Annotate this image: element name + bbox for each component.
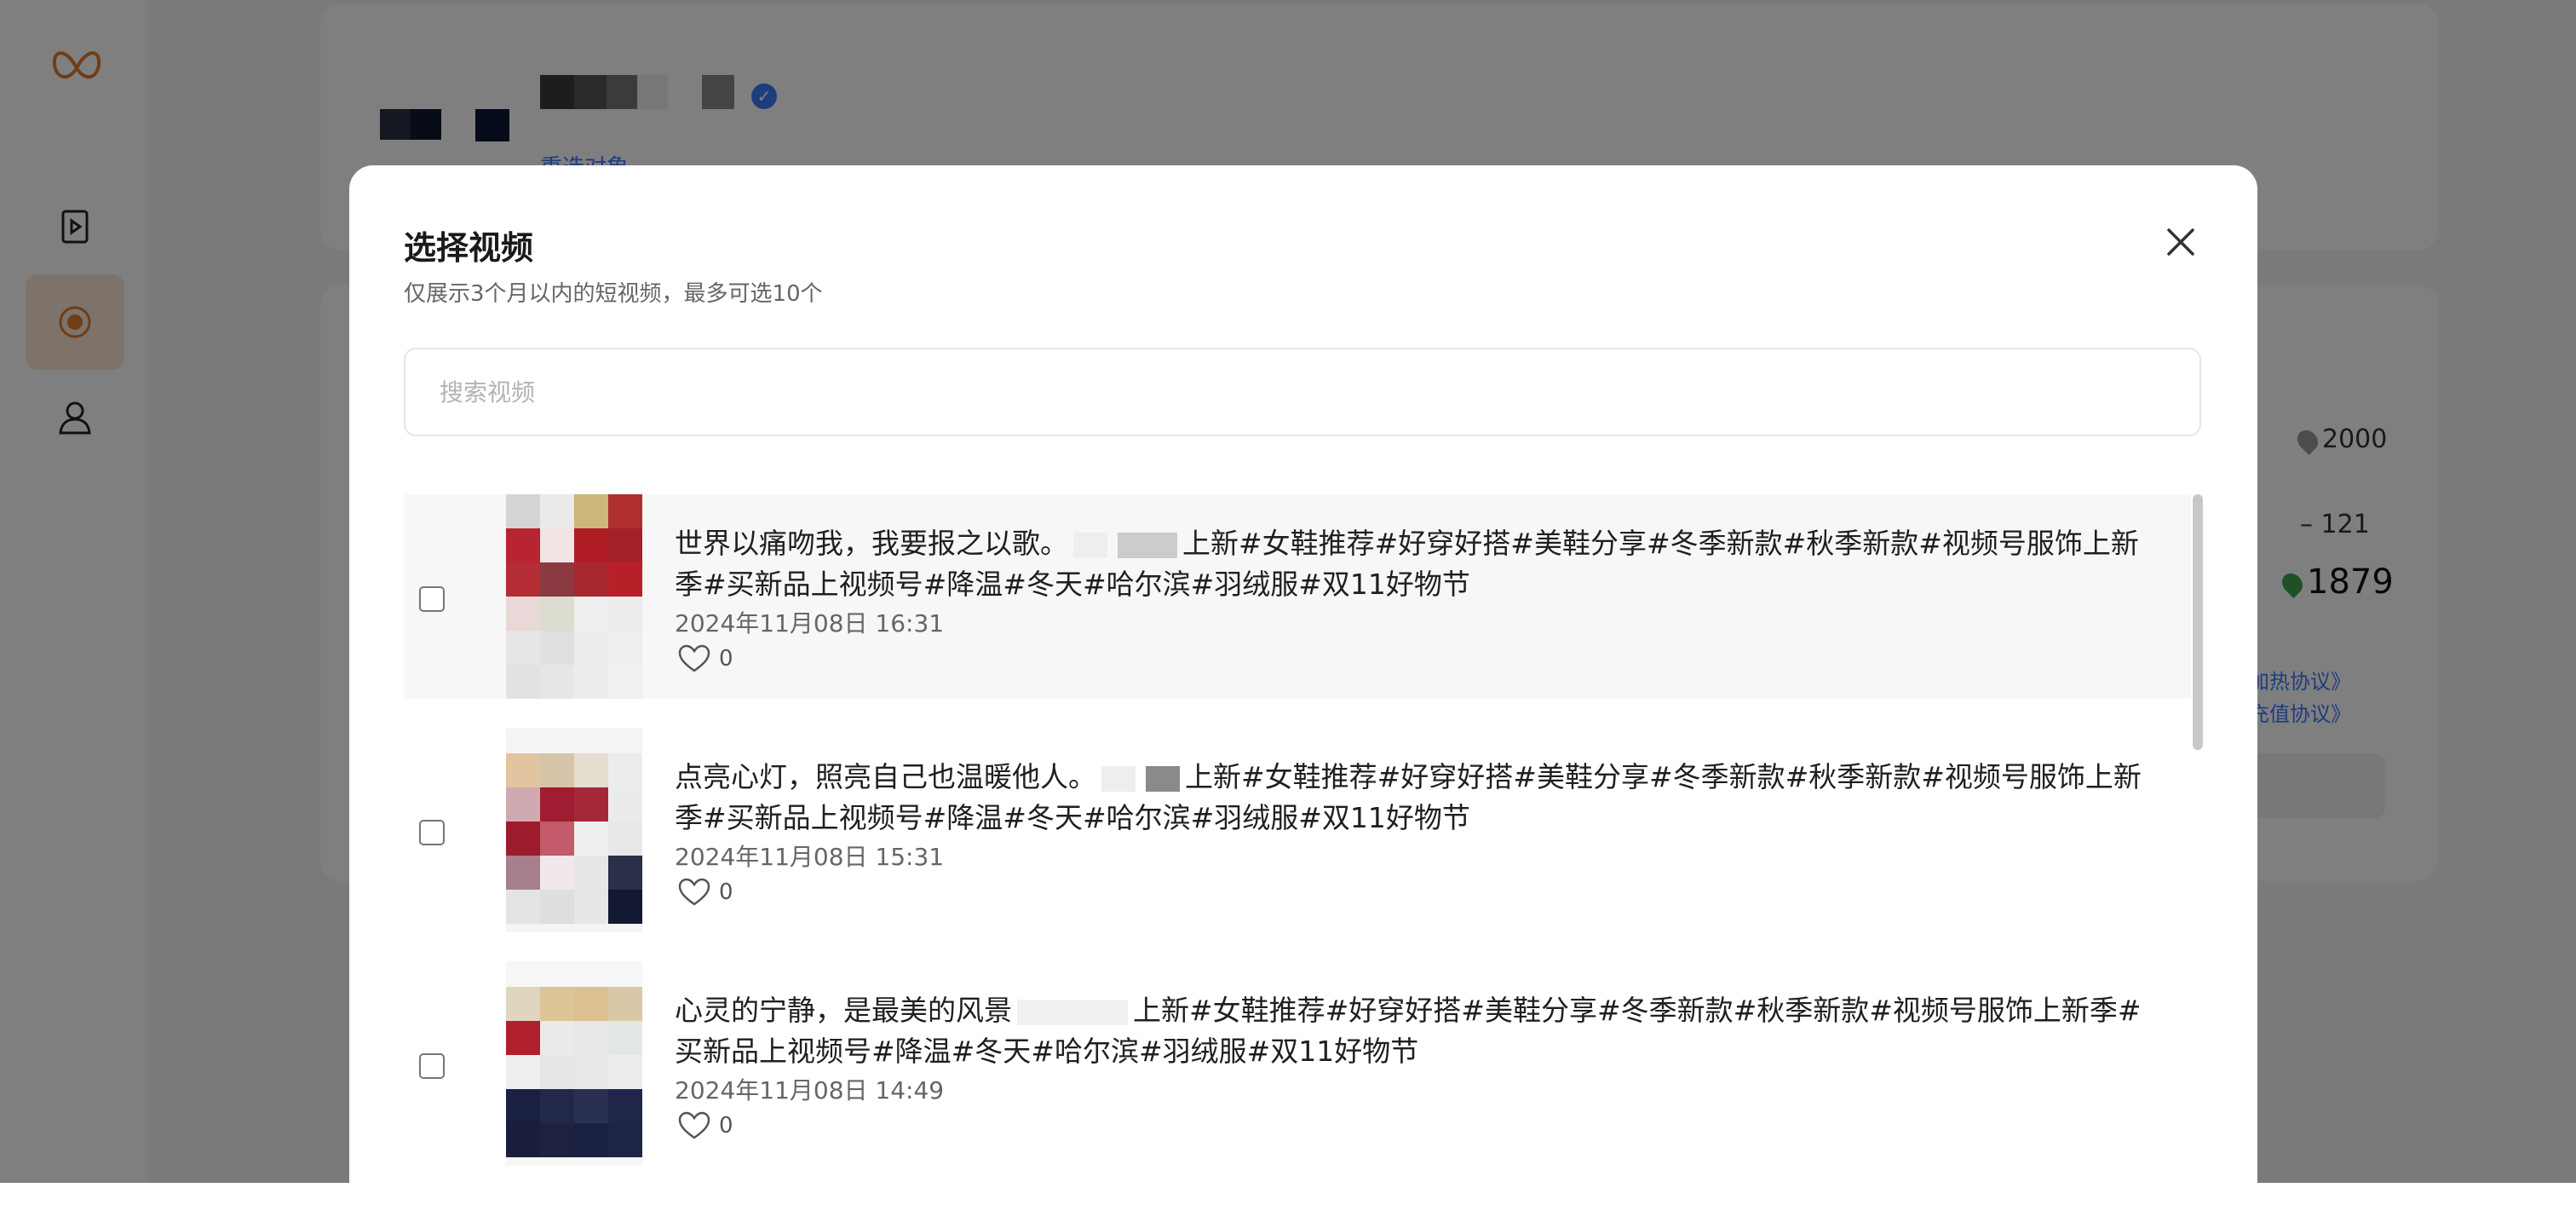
video-thumbnail — [506, 494, 642, 699]
modal-subtitle: 仅展示3个月以内的短视频，最多可选10个 — [404, 281, 823, 307]
video-checkbox[interactable] — [419, 820, 445, 845]
video-likes: 0 — [678, 878, 733, 907]
video-checkbox[interactable] — [419, 586, 445, 612]
list-item[interactable]: 心灵的宁静，是最美的风景 上新#女鞋推荐#好穿好搭#美鞋分享#冬季新款#秋季新款#… — [404, 961, 2191, 1166]
video-likes: 0 — [678, 1111, 733, 1140]
video-caption: 点亮心灯，照亮自己也温暖他人。 上新#女鞋推荐#好穿好搭#美鞋分享#冬季新款#秋季… — [675, 760, 2142, 834]
video-thumbnail — [506, 961, 642, 1166]
video-checkbox[interactable] — [419, 1053, 445, 1079]
video-likes: 0 — [678, 644, 733, 673]
close-button[interactable] — [2160, 222, 2201, 262]
video-date: 2024年11月08日 16:31 — [675, 609, 945, 637]
select-video-modal: 选择视频 仅展示3个月以内的短视频，最多可选10个 世界以痛吻我，我要报 — [349, 165, 2257, 1205]
heart-outline-icon — [678, 878, 710, 906]
list-item[interactable]: 点亮心灯，照亮自己也温暖他人。 上新#女鞋推荐#好穿好搭#美鞋分享#冬季新款#秋季… — [404, 728, 2191, 932]
modal-title: 选择视频 — [404, 229, 534, 267]
close-icon — [2167, 228, 2194, 256]
video-caption: 心灵的宁静，是最美的风景 上新#女鞋推荐#好穿好搭#美鞋分享#冬季新款#秋季新款#… — [675, 994, 2142, 1068]
list-item[interactable]: 世界以痛吻我，我要报之以歌。 上新#女鞋推荐#好穿好搭#美鞋分享#冬季新款#秋季新… — [404, 494, 2191, 699]
heart-outline-icon — [678, 644, 710, 672]
video-thumbnail — [506, 728, 642, 932]
search-video-input[interactable] — [404, 348, 2201, 436]
video-date: 2024年11月08日 14:49 — [675, 1076, 945, 1104]
video-caption: 世界以痛吻我，我要报之以歌。 上新#女鞋推荐#好穿好搭#美鞋分享#冬季新款#秋季新… — [675, 527, 2139, 601]
heart-outline-icon — [678, 1111, 710, 1139]
list-scrollbar[interactable] — [2193, 494, 2203, 750]
video-date: 2024年11月08日 15:31 — [675, 843, 945, 871]
video-list: 世界以痛吻我，我要报之以歌。 上新#女鞋推荐#好穿好搭#美鞋分享#冬季新款#秋季新… — [404, 494, 2210, 1205]
